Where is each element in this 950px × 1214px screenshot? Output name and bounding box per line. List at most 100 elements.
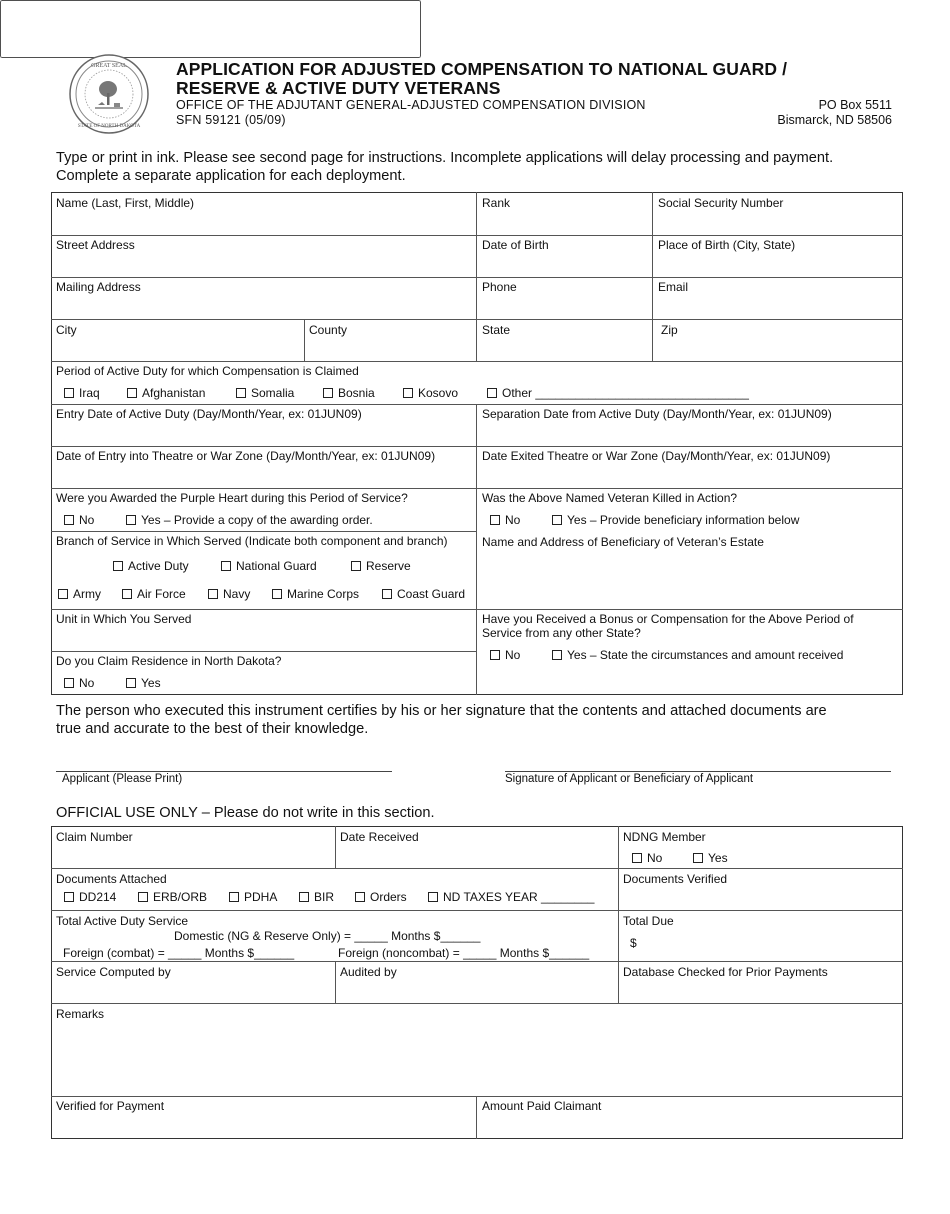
checkbox[interactable]	[64, 678, 74, 688]
branch-label: Branch of Service in Which Served (Indic…	[56, 534, 448, 548]
checkbox[interactable]	[229, 892, 239, 902]
checkbox[interactable]	[221, 561, 231, 571]
state-input[interactable]	[482, 340, 650, 360]
ndng-yes[interactable]: Yes	[693, 851, 728, 865]
checkbox[interactable]	[490, 515, 500, 525]
checkbox[interactable]	[138, 892, 148, 902]
beneficiary-label: Name and Address of Beneficiary of Veter…	[482, 535, 764, 549]
phone-input[interactable]	[482, 297, 650, 317]
checkbox[interactable]	[382, 589, 392, 599]
form-number: SFN 59121 (05/09)	[176, 113, 286, 127]
checkbox[interactable]	[323, 388, 333, 398]
checkbox[interactable]	[126, 515, 136, 525]
beneficiary-input[interactable]	[0, 0, 421, 58]
checkbox[interactable]	[552, 515, 562, 525]
zip-input[interactable]	[661, 340, 901, 360]
entry-date-label: Entry Date of Active Duty (Day/Month/Yea…	[56, 407, 362, 421]
branch-air-force[interactable]: Air Force	[122, 587, 186, 601]
ndng-member-label: NDNG Member	[623, 830, 706, 844]
dollar-sign: $	[630, 936, 637, 950]
divider	[51, 235, 903, 236]
checkbox[interactable]	[632, 853, 642, 863]
checkbox[interactable]	[126, 678, 136, 688]
bonus-no[interactable]: No	[490, 648, 520, 662]
divider	[51, 277, 903, 278]
mailing-address-input[interactable]	[56, 297, 470, 317]
checkbox[interactable]	[693, 853, 703, 863]
doc-erb-orb[interactable]: ERB/ORB	[138, 890, 207, 904]
checkbox[interactable]	[113, 561, 123, 571]
city-input[interactable]	[56, 340, 300, 360]
branch-navy[interactable]: Navy	[208, 587, 250, 601]
checkbox[interactable]	[299, 892, 309, 902]
state-seal-icon: GREAT SEAL STATE OF NORTH DAKOTA	[68, 53, 150, 135]
component-national-guard[interactable]: National Guard	[221, 559, 317, 573]
component-active-duty[interactable]: Active Duty	[113, 559, 189, 573]
name-input[interactable]	[56, 213, 470, 233]
foreign-noncombat-line: Foreign (noncombat) = _____ Months $____…	[338, 946, 590, 960]
checkbox[interactable]	[64, 892, 74, 902]
theatre-exit-date-input[interactable]	[482, 466, 901, 486]
phone-label: Phone	[482, 280, 517, 294]
kia-no[interactable]: No	[490, 513, 520, 527]
divider	[51, 1003, 903, 1004]
period-option-afghanistan[interactable]: Afghanistan	[127, 386, 205, 400]
date-of-birth-input[interactable]	[482, 255, 650, 275]
county-input[interactable]	[309, 340, 473, 360]
po-box: PO Box 5511	[818, 98, 892, 112]
period-option-bosnia[interactable]: Bosnia	[323, 386, 375, 400]
checkbox[interactable]	[355, 892, 365, 902]
entry-date-input[interactable]	[56, 424, 470, 444]
checkbox[interactable]	[272, 589, 282, 599]
rank-input[interactable]	[482, 213, 650, 233]
period-option-kosovo[interactable]: Kosovo	[403, 386, 458, 400]
period-option-other[interactable]: Other ________________________________	[487, 386, 749, 400]
applicant-print-line	[56, 771, 392, 772]
doc-dd214[interactable]: DD214	[64, 890, 116, 904]
checkbox[interactable]	[208, 589, 218, 599]
doc-nd-taxes-year[interactable]: ND TAXES YEAR ________	[428, 890, 594, 904]
amount-paid-label: Amount Paid Claimant	[482, 1099, 602, 1113]
theatre-entry-date-input[interactable]	[56, 466, 470, 486]
signature-input[interactable]	[506, 752, 894, 772]
doc-bir[interactable]: BIR	[299, 890, 334, 904]
purple-heart-no[interactable]: No	[64, 513, 94, 527]
residence-yes[interactable]: Yes	[126, 676, 161, 690]
period-option-somalia[interactable]: Somalia	[236, 386, 294, 400]
kia-yes[interactable]: Yes – Provide beneficiary information be…	[552, 513, 799, 527]
doc-pdha[interactable]: PDHA	[229, 890, 277, 904]
doc-orders[interactable]: Orders	[355, 890, 407, 904]
component-reserve[interactable]: Reserve	[351, 559, 411, 573]
checkbox[interactable]	[552, 650, 562, 660]
street-address-input[interactable]	[56, 255, 470, 275]
checkbox[interactable]	[64, 515, 74, 525]
checkbox[interactable]	[58, 589, 68, 599]
separation-date-input[interactable]	[482, 424, 901, 444]
city-label: City	[56, 323, 77, 337]
branch-coast-guard[interactable]: Coast Guard	[382, 587, 465, 601]
checkbox[interactable]	[351, 561, 361, 571]
unit-input[interactable]	[56, 629, 470, 649]
checkbox[interactable]	[403, 388, 413, 398]
applicant-print-input[interactable]	[58, 752, 396, 772]
period-option-iraq[interactable]: Iraq	[64, 386, 100, 400]
checkbox[interactable]	[490, 650, 500, 660]
ssn-input[interactable]	[658, 213, 902, 233]
purple-heart-yes[interactable]: Yes – Provide a copy of the awarding ord…	[126, 513, 373, 527]
bonus-question: Have you Received a Bonus or Compensatio…	[482, 612, 854, 640]
checkbox[interactable]	[487, 388, 497, 398]
checkbox[interactable]	[236, 388, 246, 398]
name-label: Name (Last, First, Middle)	[56, 196, 195, 210]
branch-army[interactable]: Army	[58, 587, 101, 601]
bonus-yes[interactable]: Yes – State the circumstances and amount…	[552, 648, 843, 662]
residence-no[interactable]: No	[64, 676, 94, 690]
ndng-no[interactable]: No	[632, 851, 662, 865]
checkbox[interactable]	[122, 589, 132, 599]
instructions: Type or print in ink. Please see second …	[56, 150, 834, 184]
checkbox[interactable]	[64, 388, 74, 398]
branch-marine-corps[interactable]: Marine Corps	[272, 587, 359, 601]
place-of-birth-input[interactable]	[658, 255, 902, 275]
email-input[interactable]	[658, 297, 902, 317]
checkbox[interactable]	[127, 388, 137, 398]
checkbox[interactable]	[428, 892, 438, 902]
